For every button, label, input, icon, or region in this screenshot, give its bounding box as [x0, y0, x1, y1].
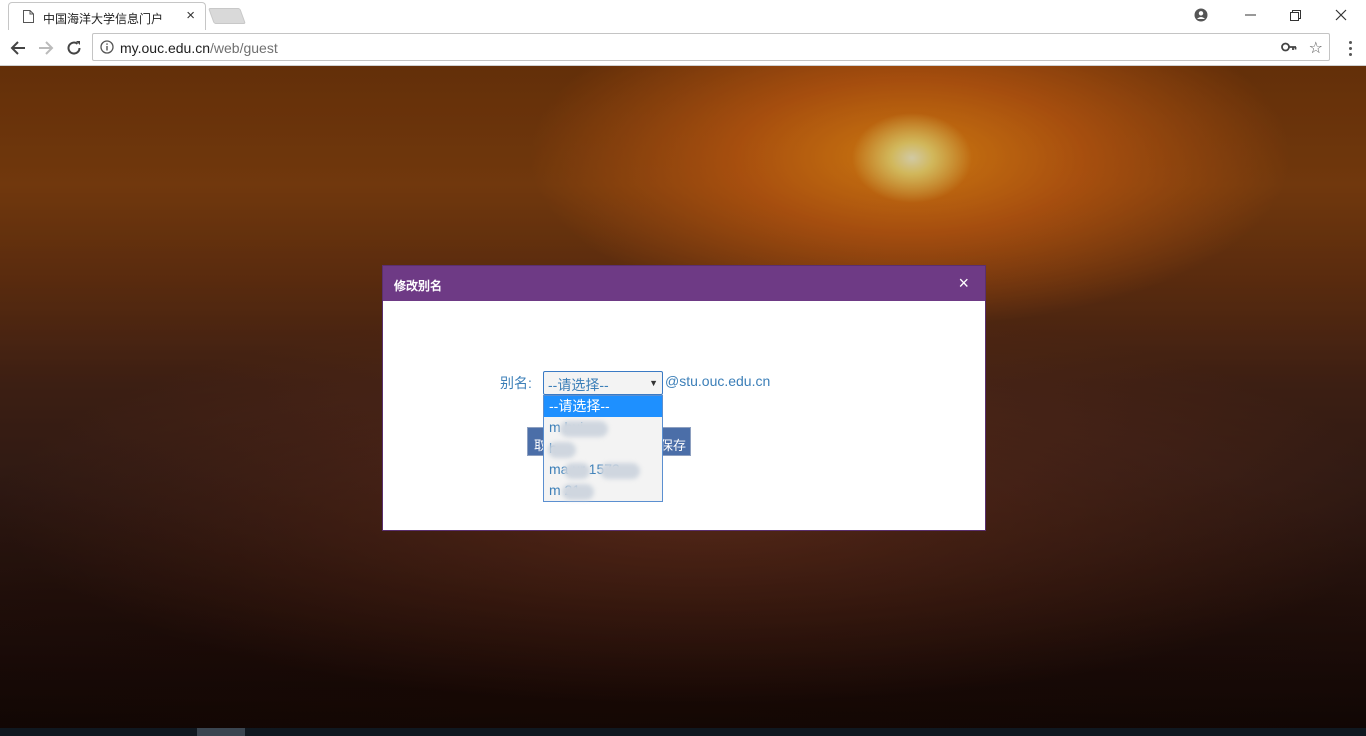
browser-toolbar: my.ouc.edu.cn/web/guest ☆	[0, 30, 1366, 66]
browser-tab[interactable]: 中国海洋大学信息门户 ×	[8, 2, 206, 30]
url-path: /web/guest	[210, 40, 278, 56]
dropdown-option[interactable]: --请选择--	[544, 396, 662, 417]
info-icon[interactable]	[100, 40, 114, 54]
menu-icon[interactable]	[1340, 36, 1360, 60]
profile-icon[interactable]	[1178, 0, 1224, 30]
redaction-blur	[600, 463, 640, 479]
save-button-label: 保存	[660, 438, 687, 453]
dialog-title: 修改别名	[394, 279, 443, 293]
taskbar-item[interactable]	[197, 728, 245, 736]
key-icon[interactable]	[1281, 40, 1297, 54]
page-icon	[23, 10, 34, 23]
redaction-blur	[562, 484, 594, 500]
redaction-blur	[564, 463, 590, 479]
reload-icon[interactable]	[62, 36, 86, 60]
redaction-blur	[548, 442, 576, 458]
url-host: my.ouc.edu.cn	[120, 40, 211, 56]
alias-select[interactable]: --请选择-- ▼	[543, 371, 663, 395]
minimize-icon[interactable]	[1227, 0, 1273, 30]
domain-suffix: @stu.ouc.edu.cn	[665, 373, 771, 389]
alias-label: 别名:	[500, 375, 532, 391]
tab-close-icon[interactable]: ×	[186, 7, 195, 25]
tab-strip: 中国海洋大学信息门户 ×	[0, 0, 1366, 30]
alias-dialog: 修改别名 × 别名: --请选择-- ▼ @stu.ouc.edu.cn 取 保…	[382, 265, 986, 531]
taskbar	[0, 728, 1366, 736]
dropdown-arrow-icon: ▼	[649, 378, 658, 388]
forward-arrow-icon[interactable]	[34, 36, 58, 60]
address-bar[interactable]: my.ouc.edu.cn/web/guest ☆	[92, 33, 1330, 61]
alias-select-value: --请选择--	[548, 377, 609, 393]
dialog-header: 修改别名 ×	[383, 266, 985, 301]
restore-icon[interactable]	[1272, 0, 1318, 30]
back-arrow-icon[interactable]	[6, 36, 30, 60]
dialog-close-icon[interactable]: ×	[958, 273, 969, 293]
tab-title: 中国海洋大学信息门户	[43, 12, 164, 26]
url-text: my.ouc.edu.cn/web/guest	[120, 40, 278, 56]
star-icon[interactable]: ☆	[1309, 38, 1323, 58]
new-tab-button[interactable]	[208, 8, 246, 24]
redaction-blur	[560, 421, 608, 437]
close-window-icon[interactable]	[1318, 0, 1364, 30]
alias-dropdown-list: --请选择-- m hui h ma ur 1573 m 21	[543, 395, 663, 502]
